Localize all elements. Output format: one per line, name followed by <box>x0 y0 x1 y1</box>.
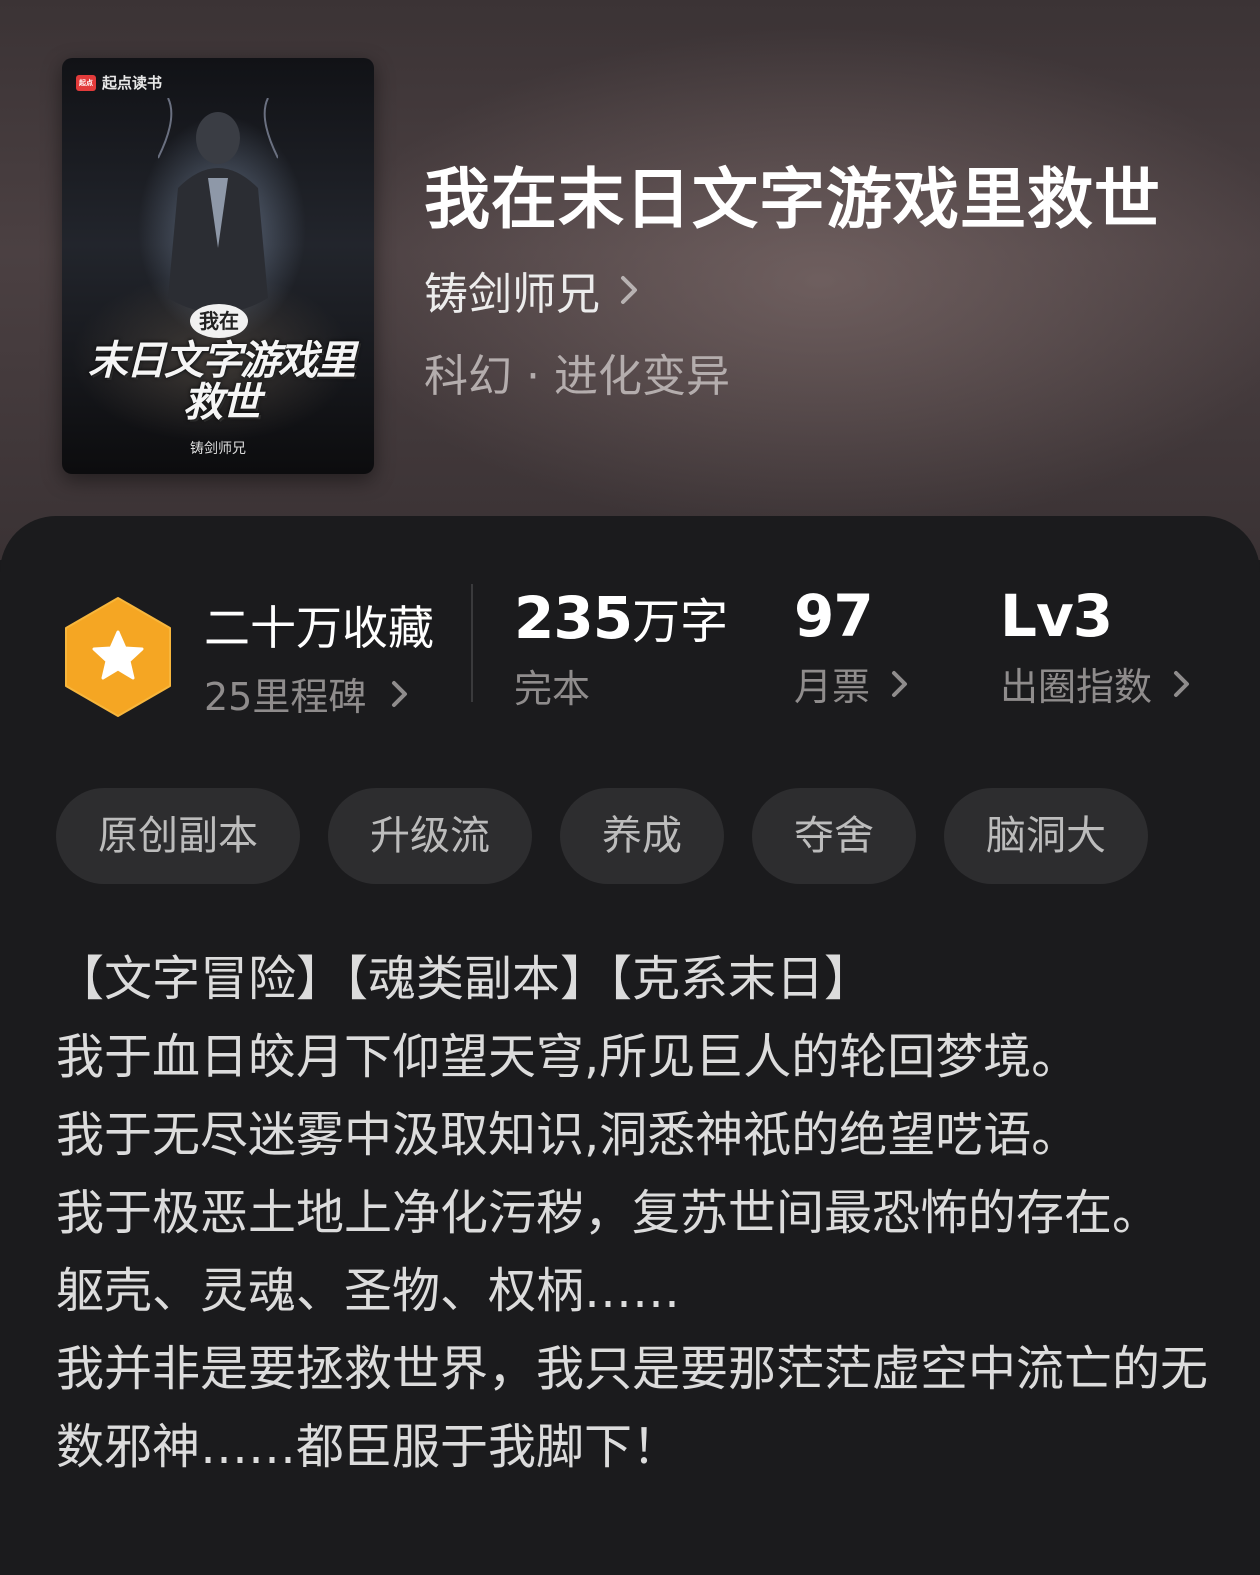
popularity-value: Lv3 <box>1000 582 1113 650</box>
popularity-label: 出圈指数 <box>1000 665 1153 709</box>
chevron-right-icon <box>1174 670 1190 697</box>
favorites-sub: 25里程碑 <box>204 666 434 721</box>
favorites-value: 二十万收藏 <box>204 601 434 655</box>
tag-chip[interactable]: 夺舍 <box>752 788 916 884</box>
cover-title-small: 我在 <box>190 304 248 338</box>
publisher-logo: 起点 <box>76 74 96 91</box>
tag-chip[interactable]: 养成 <box>560 788 724 884</box>
tag-chip[interactable]: 脑洞大 <box>944 788 1148 884</box>
author-link[interactable]: 铸剑师兄 <box>424 258 644 322</box>
cover-title-big: 末日文字游戏里救世 <box>88 338 356 426</box>
popularity-stat[interactable]: Lv3 出圈指数 <box>1000 582 1196 711</box>
monthly-votes-label: 月票 <box>794 665 871 709</box>
author-name: 铸剑师兄 <box>424 269 600 320</box>
cover-artwork <box>158 98 278 313</box>
book-description: 【文字冒险】【魂类副本】【克系末日】 我于血日皎月下仰望天穹,所见巨人的轮回梦境… <box>56 951 1209 1475</box>
book-cover[interactable]: 起点 起点读书 我在 末日文字游戏里救世 铸剑师兄 <box>62 58 374 474</box>
chevron-right-icon <box>392 680 408 707</box>
completion-status: 完本 <box>514 667 591 711</box>
word-count-value: 235万字 <box>514 582 728 652</box>
tag-list: 原创副本 升级流 养成 夺舍 脑洞大 <box>56 788 1148 884</box>
book-category: 科幻 · 进化变异 <box>424 351 730 402</box>
monthly-votes-value: 97 <box>794 582 874 650</box>
word-count-stat: 235万字 完本 <box>514 582 728 713</box>
monthly-votes-stat[interactable]: 97 月票 <box>794 582 914 711</box>
cover-author: 铸剑师兄 <box>190 441 246 457</box>
chevron-right-icon <box>892 670 908 697</box>
publisher-name: 起点读书 <box>102 74 163 92</box>
tag-chip[interactable]: 原创副本 <box>56 788 300 884</box>
word-count-number: 235 <box>514 584 633 652</box>
tag-chip[interactable]: 升级流 <box>328 788 532 884</box>
milestone-star-badge-icon <box>65 597 171 717</box>
book-title: 我在末日文字游戏里救世 <box>424 160 1161 238</box>
chevron-right-icon <box>621 276 637 304</box>
favorites-stat[interactable]: 二十万收藏 25里程碑 <box>204 592 434 721</box>
stats-divider <box>471 584 473 702</box>
word-count-unit: 万字 <box>632 594 729 650</box>
popularity-label-row: 出圈指数 <box>1000 656 1196 711</box>
cover-publisher: 起点 起点读书 <box>76 72 162 93</box>
milestone-label: 25里程碑 <box>204 675 367 719</box>
monthly-votes-label-row: 月票 <box>794 656 914 711</box>
